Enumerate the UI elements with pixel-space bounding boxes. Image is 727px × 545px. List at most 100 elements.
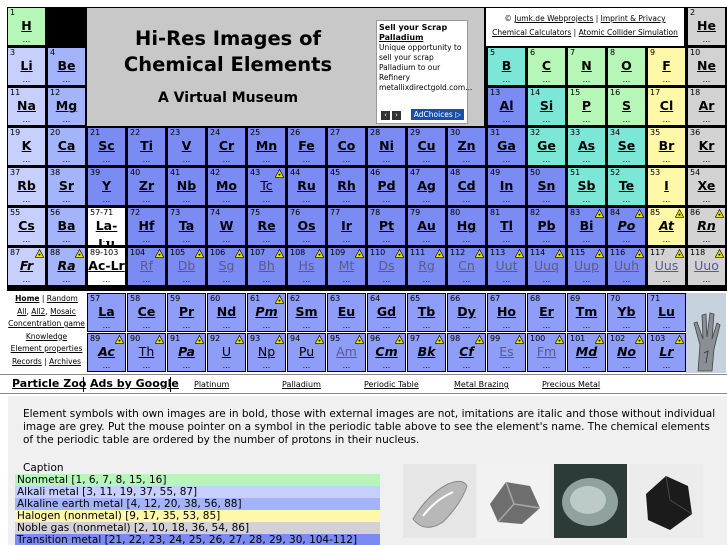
element-cell[interactable]: 113 Uut... <box>487 247 526 286</box>
element-cell[interactable]: 31 Ga... <box>487 127 526 166</box>
element-symbol-link[interactable]: Eu <box>328 303 365 321</box>
element-cell[interactable]: 92 U... <box>207 333 246 372</box>
element-symbol-link[interactable]: Ta <box>168 217 205 235</box>
element-cell[interactable]: 72 Hf... <box>127 207 166 246</box>
element-symbol-link[interactable]: Md <box>568 343 605 361</box>
element-symbol-link[interactable]: Tl <box>488 217 525 235</box>
element-symbol-link[interactable]: Rn <box>688 217 725 235</box>
element-symbol-link[interactable]: Ti <box>128 137 165 155</box>
element-symbol-link[interactable]: Lr <box>648 343 685 361</box>
ad-link-palladium[interactable]: Palladium <box>282 380 321 389</box>
element-cell[interactable]: 56 Ba... <box>47 207 86 246</box>
element-symbol-link[interactable]: Mo <box>208 177 245 195</box>
element-symbol-link[interactable]: Ga <box>488 137 525 155</box>
element-symbol-link[interactable]: Db <box>168 257 205 275</box>
element-symbol-link[interactable]: U <box>208 343 245 361</box>
menu-link[interactable]: Mosaic <box>50 307 76 316</box>
element-symbol-link[interactable]: Cs <box>8 217 45 235</box>
element-cell[interactable]: 27 Co... <box>327 127 366 166</box>
element-cell[interactable]: 108 Hs... <box>287 247 326 286</box>
element-symbol-link[interactable]: Pa <box>168 343 205 361</box>
element-symbol-link[interactable]: Hs <box>288 257 325 275</box>
element-symbol-link[interactable]: Ac <box>88 343 125 361</box>
author-link[interactable]: Jumk.de Webprojects <box>514 14 593 23</box>
element-symbol-link[interactable]: Cf <box>448 343 485 361</box>
element-symbol-link[interactable]: Uuh <box>608 257 645 275</box>
element-symbol-link[interactable]: Sb <box>568 177 605 195</box>
element-cell[interactable]: 116 Uuh... <box>607 247 646 286</box>
element-symbol-link[interactable]: Rh <box>328 177 365 195</box>
element-cell[interactable]: 15 P... <box>567 87 606 126</box>
element-symbol-link[interactable]: Ra <box>48 257 85 275</box>
element-symbol-link[interactable]: Fr <box>8 257 45 275</box>
element-cell[interactable]: 96 Cm... <box>367 333 406 372</box>
element-cell[interactable]: 118 Uuo... <box>687 247 726 286</box>
element-cell[interactable]: 52 Te... <box>607 167 646 206</box>
element-symbol-link[interactable]: P <box>568 97 605 115</box>
ad-link-periodic-table[interactable]: Periodic Table <box>364 380 419 389</box>
element-symbol-link[interactable]: Sc <box>88 137 125 155</box>
element-cell[interactable]: 11 Na... <box>7 87 46 126</box>
element-cell[interactable]: 77 Ir... <box>327 207 366 246</box>
element-cell[interactable]: 43 Tc... <box>247 167 286 206</box>
menu-link[interactable]: Archives <box>49 357 81 366</box>
element-cell[interactable]: 106 Sg... <box>207 247 246 286</box>
element-symbol-link[interactable]: Pm <box>248 303 285 321</box>
adchoices-label[interactable]: AdChoices <box>414 110 453 119</box>
element-symbol-link[interactable]: O <box>608 57 645 75</box>
element-cell[interactable]: 1 H... <box>7 7 46 46</box>
element-cell[interactable]: 23 V... <box>167 127 206 166</box>
element-symbol-link[interactable]: Se <box>608 137 645 155</box>
element-symbol-link[interactable]: Tm <box>568 303 605 321</box>
element-cell[interactable]: 84 Po... <box>607 207 646 246</box>
element-symbol-link[interactable]: Th <box>128 343 165 361</box>
element-symbol-link[interactable]: Mg <box>48 97 85 115</box>
element-cell[interactable]: 57-71 La-Lu... <box>87 207 126 246</box>
element-symbol-link[interactable]: Sm <box>288 303 325 321</box>
element-cell[interactable]: 28 Ni... <box>367 127 406 166</box>
element-cell[interactable]: 2 He... <box>687 7 726 46</box>
element-symbol-link[interactable]: Sr <box>48 177 85 195</box>
element-cell[interactable]: 98 Cf... <box>447 333 486 372</box>
element-symbol-link[interactable]: At <box>648 217 685 235</box>
element-photo-2[interactable] <box>478 464 551 538</box>
element-symbol-link[interactable]: Tb <box>408 303 445 321</box>
element-cell[interactable]: 78 Pt... <box>367 207 406 246</box>
element-symbol-link[interactable]: Nd <box>208 303 245 321</box>
element-symbol-link[interactable]: C <box>528 57 565 75</box>
element-symbol-link[interactable]: Pr <box>168 303 205 321</box>
element-symbol-link[interactable]: Xe <box>688 177 725 195</box>
menu-link[interactable]: Random <box>47 294 78 303</box>
element-cell[interactable]: 3 Li... <box>7 47 46 86</box>
element-cell[interactable]: 82 Pb... <box>527 207 566 246</box>
element-cell[interactable]: 104 Rf... <box>127 247 166 286</box>
ad-heading[interactable]: Sell your Scrap <box>379 23 447 32</box>
element-cell[interactable]: 37 Rb... <box>7 167 46 206</box>
collider-link[interactable]: Atomic Collider Simulation <box>579 28 678 37</box>
element-cell[interactable]: 101 Md... <box>567 333 606 372</box>
element-cell[interactable]: 97 Bk... <box>407 333 446 372</box>
element-cell[interactable]: 25 Mn... <box>247 127 286 166</box>
element-symbol-link[interactable]: Es <box>488 343 525 361</box>
element-cell[interactable]: 26 Fe... <box>287 127 326 166</box>
element-symbol-link[interactable]: Ds <box>368 257 405 275</box>
element-cell[interactable]: 46 Pd... <box>367 167 406 206</box>
element-symbol-link[interactable]: La <box>88 303 125 321</box>
element-symbol-link[interactable]: N <box>568 57 605 75</box>
element-cell[interactable]: 58 Ce... <box>127 293 166 332</box>
element-cell[interactable]: 68 Er... <box>527 293 566 332</box>
element-cell[interactable]: 83 Bi... <box>567 207 606 246</box>
element-cell[interactable]: 59 Pr... <box>167 293 206 332</box>
menu-link[interactable]: All <box>17 307 26 316</box>
element-cell[interactable]: 61 Pm... <box>247 293 286 332</box>
element-symbol-link[interactable]: Be <box>48 57 85 75</box>
element-symbol-link[interactable]: B <box>488 57 525 75</box>
element-cell[interactable]: 94 Pu... <box>287 333 326 372</box>
element-symbol-link[interactable]: Zr <box>128 177 165 195</box>
element-cell[interactable]: 12 Mg... <box>47 87 86 126</box>
element-cell[interactable]: 10 Ne... <box>687 47 726 86</box>
element-cell[interactable]: 93 Np... <box>247 333 286 372</box>
element-cell[interactable]: 102 No... <box>607 333 646 372</box>
element-symbol-link[interactable]: Hf <box>128 217 165 235</box>
element-symbol-link[interactable]: Uup <box>568 257 605 275</box>
